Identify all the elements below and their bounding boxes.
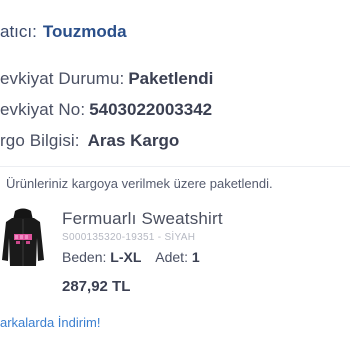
- section-divider: [0, 166, 350, 167]
- black-zip-hoodie-image: [0, 208, 46, 268]
- product-price: 287,92 TL: [62, 278, 131, 295]
- product-size-qty: Beden: L-XL Adet: 1: [62, 249, 200, 265]
- cargo-info-label: rgo Bilgisi:: [0, 131, 80, 150]
- product-image[interactable]: [0, 208, 46, 268]
- qty-value: 1: [191, 249, 200, 265]
- size-label: Beden:: [62, 249, 107, 265]
- seller-label: atıcı:: [0, 22, 37, 41]
- size-value: L-XL: [110, 249, 142, 265]
- shipment-number-row: evkiyat No: 5403022003342: [0, 100, 212, 120]
- qty-label: Adet:: [155, 249, 188, 265]
- product-name[interactable]: Fermuarlı Sweatshirt: [62, 209, 223, 229]
- seller-name-link[interactable]: Touzmoda: [43, 22, 127, 42]
- shipment-status-value: Paketlendi: [128, 69, 214, 88]
- product-code: S000135320-19351 - SİYAH: [62, 232, 196, 243]
- shipment-number-value[interactable]: 5403022003342: [89, 100, 212, 120]
- cargo-company-value: Aras Kargo: [87, 131, 180, 150]
- seller-row: atıcı: Touzmoda: [0, 22, 127, 42]
- promo-link[interactable]: arkalarda İndirim!: [0, 315, 100, 330]
- shipment-status-row: evkiyat Durumu: Paketlendi: [0, 69, 213, 89]
- status-message: Ürünleriniz kargoya verilmek üzere paket…: [6, 176, 273, 191]
- shipment-number-label: evkiyat No:: [0, 100, 86, 119]
- shipment-status-label: evkiyat Durumu:: [0, 69, 125, 88]
- cargo-info-row: rgo Bilgisi: Aras Kargo: [0, 131, 179, 151]
